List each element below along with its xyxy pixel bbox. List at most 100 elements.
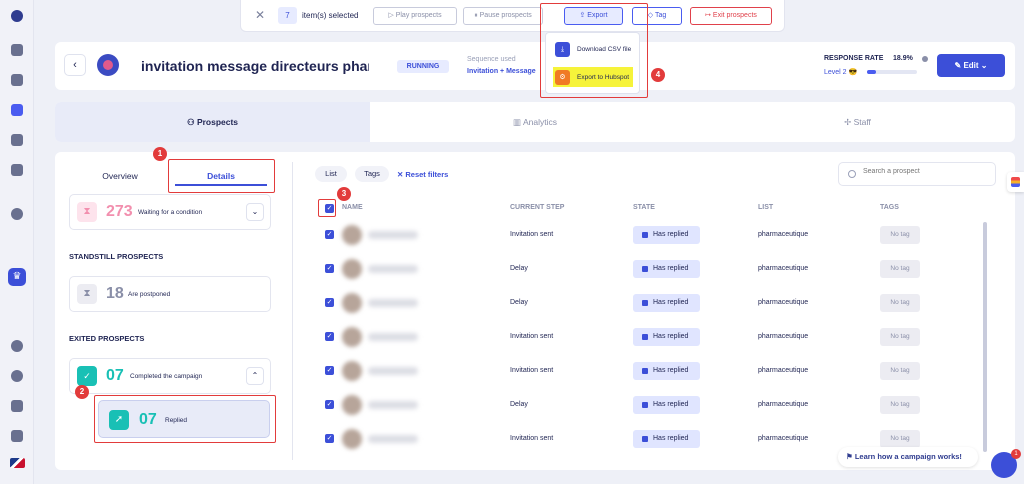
tab-prospects[interactable]: ⚇ Prospects — [55, 102, 370, 142]
learn-campaign-link[interactable]: ⚑ Learn how a campaign works! — [838, 447, 978, 467]
tag-pill[interactable]: No tag — [880, 362, 920, 380]
tab-staff[interactable]: ✢ Staff — [700, 102, 1015, 142]
list-name: pharmaceutique — [758, 299, 809, 306]
current-step: Delay — [510, 265, 528, 272]
table-row[interactable]: ✓ Delay Has replied pharmaceutique No ta… — [315, 286, 995, 320]
header-list[interactable]: LIST — [758, 204, 773, 211]
postponed-card[interactable]: ⧗ 18 Are postponed — [69, 276, 271, 312]
prospect-name-blurred — [368, 333, 418, 341]
state-dot — [642, 402, 648, 408]
settings-icon[interactable] — [11, 208, 23, 220]
selection-toolbar: ✕ 7 item(s) selected ▷ Play prospects ⏸ … — [240, 0, 785, 32]
exit-prospects-label: Exit prospects — [712, 12, 757, 19]
row-checkbox[interactable]: ✓ — [325, 264, 334, 273]
row-checkbox[interactable]: ✓ — [325, 230, 334, 239]
tag-pill[interactable]: No tag — [880, 226, 920, 244]
header-step[interactable]: CURRENT STEP — [510, 204, 564, 211]
annotation-badge-4: 4 — [651, 68, 665, 82]
table-row[interactable]: ✓ Invitation sent Has replied pharmaceut… — [315, 354, 995, 388]
header-state[interactable]: STATE — [633, 204, 655, 211]
state-label: Has replied — [653, 299, 689, 306]
prospect-search[interactable] — [838, 162, 996, 186]
language-flag-icon[interactable] — [10, 458, 25, 468]
tag-pill[interactable]: No tag — [880, 294, 920, 312]
state-label: Has replied — [653, 401, 689, 408]
close-icon[interactable]: ✕ — [255, 8, 265, 22]
prospect-name-blurred — [368, 299, 418, 307]
row-checkbox[interactable]: ✓ — [325, 298, 334, 307]
table-row[interactable]: ✓ Delay Has replied pharmaceutique No ta… — [315, 252, 995, 286]
table-row[interactable]: ✓ Invitation sent Has replied pharmaceut… — [315, 218, 995, 252]
table-row[interactable]: ✓ Invitation sent Has replied pharmaceut… — [315, 320, 995, 354]
waiting-count: 273 — [106, 203, 133, 220]
search-icon — [848, 170, 856, 178]
state-label: Has replied — [653, 231, 689, 238]
campaigns-icon[interactable] — [11, 104, 23, 116]
state-label: Has replied — [653, 367, 689, 374]
bell-icon[interactable] — [11, 370, 23, 382]
search-input[interactable] — [863, 168, 983, 175]
tab-analytics[interactable]: ▥ Analytics — [370, 102, 700, 142]
edit-label: Edit — [963, 61, 979, 70]
table-row[interactable]: ✓ Delay Has replied pharmaceutique No ta… — [315, 388, 995, 422]
home-icon[interactable] — [11, 44, 23, 56]
completed-card[interactable]: ✓ 07 Completed the campaign ⌃ — [69, 358, 271, 394]
inbox-icon[interactable] — [11, 164, 23, 176]
chevron-up-icon[interactable]: ⌃ — [246, 367, 264, 385]
row-checkbox[interactable]: ✓ — [325, 400, 334, 409]
sequence-link[interactable]: Invitation + Message — [467, 68, 536, 75]
header-tags[interactable]: TAGS — [880, 204, 899, 211]
avatar — [342, 293, 362, 313]
exited-title: EXITED PROSPECTS — [69, 334, 145, 343]
tag-pill[interactable]: No tag — [880, 260, 920, 278]
tab-overview[interactable]: Overview — [85, 166, 155, 186]
header-name[interactable]: NAME — [342, 204, 363, 211]
row-checkbox[interactable]: ✓ — [325, 332, 334, 341]
list-name: pharmaceutique — [758, 265, 809, 272]
edit-button[interactable]: ✎ Edit ⌄ — [937, 54, 1005, 77]
info-icon[interactable] — [922, 56, 928, 62]
messages-icon[interactable] — [11, 134, 23, 146]
current-step: Delay — [510, 299, 528, 306]
tag-pill[interactable]: No tag — [880, 396, 920, 414]
row-checkbox[interactable]: ✓ — [325, 434, 334, 443]
row-checkbox[interactable]: ✓ — [325, 366, 334, 375]
avatar — [342, 361, 362, 381]
completed-label: Completed the campaign — [130, 373, 203, 380]
reset-filters-button[interactable]: ✕ Reset filters — [397, 170, 448, 179]
side-widget[interactable] — [1007, 172, 1024, 192]
list-name: pharmaceutique — [758, 367, 809, 374]
tag-pill[interactable]: No tag — [880, 430, 920, 448]
tag-label: Tag — [654, 12, 667, 19]
chevron-down-icon[interactable]: ⌄ — [246, 203, 264, 221]
alert-icon[interactable] — [11, 430, 23, 442]
tags-filter[interactable]: Tags — [355, 166, 389, 182]
state-dot — [642, 232, 648, 238]
chat-badge: 1 — [1011, 449, 1021, 459]
state-label: Has replied — [653, 435, 689, 442]
pause-prospects-label: Pause prospects — [479, 12, 532, 19]
postponed-count: 18 — [106, 285, 124, 302]
contacts-icon[interactable] — [11, 74, 23, 86]
state-badge: Has replied — [633, 328, 700, 346]
exit-prospects-button[interactable]: ↦ Exit prospects — [690, 7, 772, 25]
table-scrollbar[interactable] — [983, 222, 987, 452]
state-badge: Has replied — [633, 430, 700, 448]
crown-icon[interactable]: ♛ — [8, 268, 26, 286]
play-icon[interactable] — [11, 400, 23, 412]
back-button[interactable]: ‹ — [64, 54, 86, 76]
play-prospects-label: Play prospects — [395, 12, 442, 19]
campaign-title: invitation message directeurs pharma — [141, 58, 369, 74]
annotation-box-export — [540, 3, 648, 98]
list-filter[interactable]: List — [315, 166, 347, 182]
tag-pill[interactable]: No tag — [880, 328, 920, 346]
annotation-box-details — [168, 159, 275, 193]
gear-icon[interactable] — [11, 340, 23, 352]
waiting-card[interactable]: ⧗ 273 Waiting for a condition ⌄ — [69, 194, 271, 230]
campaign-avatar — [97, 54, 119, 76]
status-badge: RUNNING — [397, 60, 449, 73]
response-rate-value: 18.9% — [893, 55, 913, 62]
pause-prospects-button[interactable]: ⏸ Pause prospects — [463, 7, 543, 25]
left-rail: ♛ — [0, 0, 34, 484]
play-prospects-button[interactable]: ▷ Play prospects — [373, 7, 457, 25]
